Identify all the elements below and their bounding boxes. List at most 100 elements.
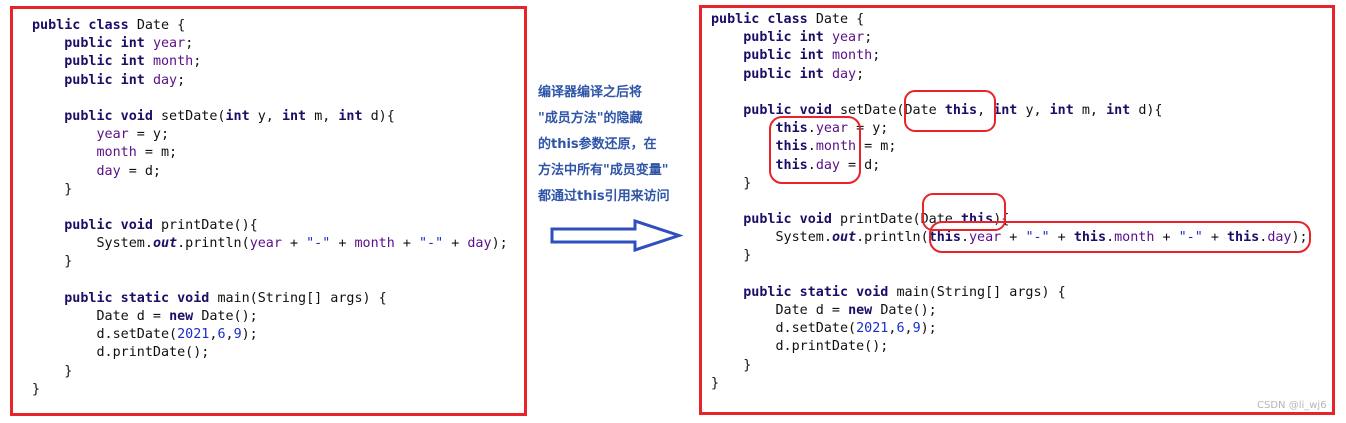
- code-token: = y;: [128, 127, 170, 143]
- code-token: System.: [711, 230, 832, 246]
- compiler-note: 编译器编译之后将 "成员方法"的隐藏 的this参数还原，在 方法中所有"成员变…: [538, 80, 688, 210]
- code-line: }: [711, 175, 1308, 193]
- code-token: public class: [711, 12, 816, 27]
- note-line: 的this参数还原，在: [538, 137, 657, 152]
- code-token: ){: [993, 212, 1010, 228]
- code-token: d.printDate();: [32, 345, 210, 361]
- code-token: +: [1001, 230, 1026, 246]
- code-token: .: [960, 230, 969, 246]
- code-line: public int month;: [32, 53, 508, 71]
- note-line: 都通过this引用来访问: [538, 189, 670, 204]
- code-after: public class Date { public int year; pub…: [711, 11, 1308, 393]
- code-token: }: [711, 175, 752, 191]
- code-token: = d;: [120, 163, 161, 179]
- code-token: +: [1154, 230, 1179, 246]
- code-token: month: [1114, 230, 1155, 246]
- code-token: ,: [225, 327, 234, 343]
- code-token: day: [96, 163, 121, 179]
- code-token: );: [241, 327, 258, 343]
- code-token: Date();: [201, 309, 258, 324]
- code-line: public void setDate(Date this, int y, in…: [711, 102, 1308, 120]
- code-token: month: [354, 236, 395, 252]
- code-token: day: [815, 157, 840, 173]
- code-token: day: [152, 72, 178, 88]
- code-token: public int: [743, 66, 832, 82]
- code-token: public void: [64, 218, 161, 234]
- code-token: .println(: [177, 236, 250, 252]
- code-token: new: [848, 303, 881, 318]
- code-token: year: [831, 30, 865, 46]
- code-token: +: [1202, 230, 1227, 246]
- code-token: year: [96, 127, 129, 143]
- code-line: this.day = d;: [711, 157, 1308, 175]
- code-line: public void setDate(int y, int m, int d)…: [32, 108, 508, 126]
- code-line: day = d;: [32, 163, 508, 181]
- code-token: +: [281, 236, 307, 252]
- code-line: }: [711, 357, 1308, 375]
- note-line: 方法中所有"成员变量": [538, 163, 669, 178]
- code-token: out: [831, 230, 857, 246]
- code-before: public class Date { public int year; pub…: [32, 17, 508, 399]
- code-token: m,: [314, 108, 339, 124]
- code-token: year: [969, 230, 1002, 246]
- code-token: .: [807, 121, 816, 137]
- note-line: 编译器编译之后将: [538, 85, 643, 100]
- code-line: public int day;: [711, 66, 1308, 84]
- code-token: setDate(: [161, 108, 226, 124]
- code-after-panel: public class Date { public int year; pub…: [699, 5, 1335, 415]
- code-token: Date d =: [32, 309, 170, 324]
- code-token: this: [960, 212, 994, 228]
- code-token: = y;: [848, 121, 889, 137]
- code-line: this.year = y;: [711, 120, 1308, 138]
- code-line: }: [32, 363, 508, 381]
- code-token: public static void: [743, 284, 897, 300]
- code-token: y,: [257, 108, 282, 124]
- code-token: d.printDate();: [711, 339, 889, 355]
- code-line: d.printDate();: [32, 344, 508, 362]
- code-line: d.setDate(2021,6,9);: [711, 320, 1308, 338]
- code-token: this: [1227, 230, 1260, 246]
- code-token: ;: [872, 48, 881, 64]
- code-token: year: [815, 121, 849, 137]
- code-token: public int: [64, 36, 153, 52]
- code-token: System.: [32, 236, 153, 252]
- code-token: d){: [1138, 102, 1163, 118]
- right-arrow-icon: [550, 218, 683, 253]
- code-token: .: [1106, 230, 1115, 246]
- code-token: setDate(Date: [840, 102, 945, 118]
- code-token: public class: [32, 18, 137, 33]
- code-token: .println(: [856, 230, 929, 246]
- code-token: Date {: [136, 18, 186, 33]
- code-line: public class Date {: [32, 17, 508, 35]
- code-token: "-": [419, 236, 444, 252]
- code-token: int: [993, 102, 1026, 118]
- code-token: ;: [856, 66, 865, 82]
- code-token: year: [152, 36, 186, 52]
- code-token: int: [225, 108, 258, 124]
- code-line: this.month = m;: [711, 138, 1308, 156]
- code-token: = m;: [856, 139, 897, 155]
- code-token: day: [467, 236, 492, 252]
- code-line: public int year;: [32, 35, 508, 53]
- code-token: "-": [1178, 230, 1203, 246]
- code-token: d){: [370, 108, 395, 124]
- code-token: int: [1049, 102, 1082, 118]
- code-token: year: [249, 236, 282, 252]
- code-token: d.setDate(: [711, 321, 857, 337]
- code-token: main(String[] args) {: [217, 290, 387, 306]
- code-token: printDate(){: [161, 218, 258, 234]
- code-token: this: [775, 121, 808, 137]
